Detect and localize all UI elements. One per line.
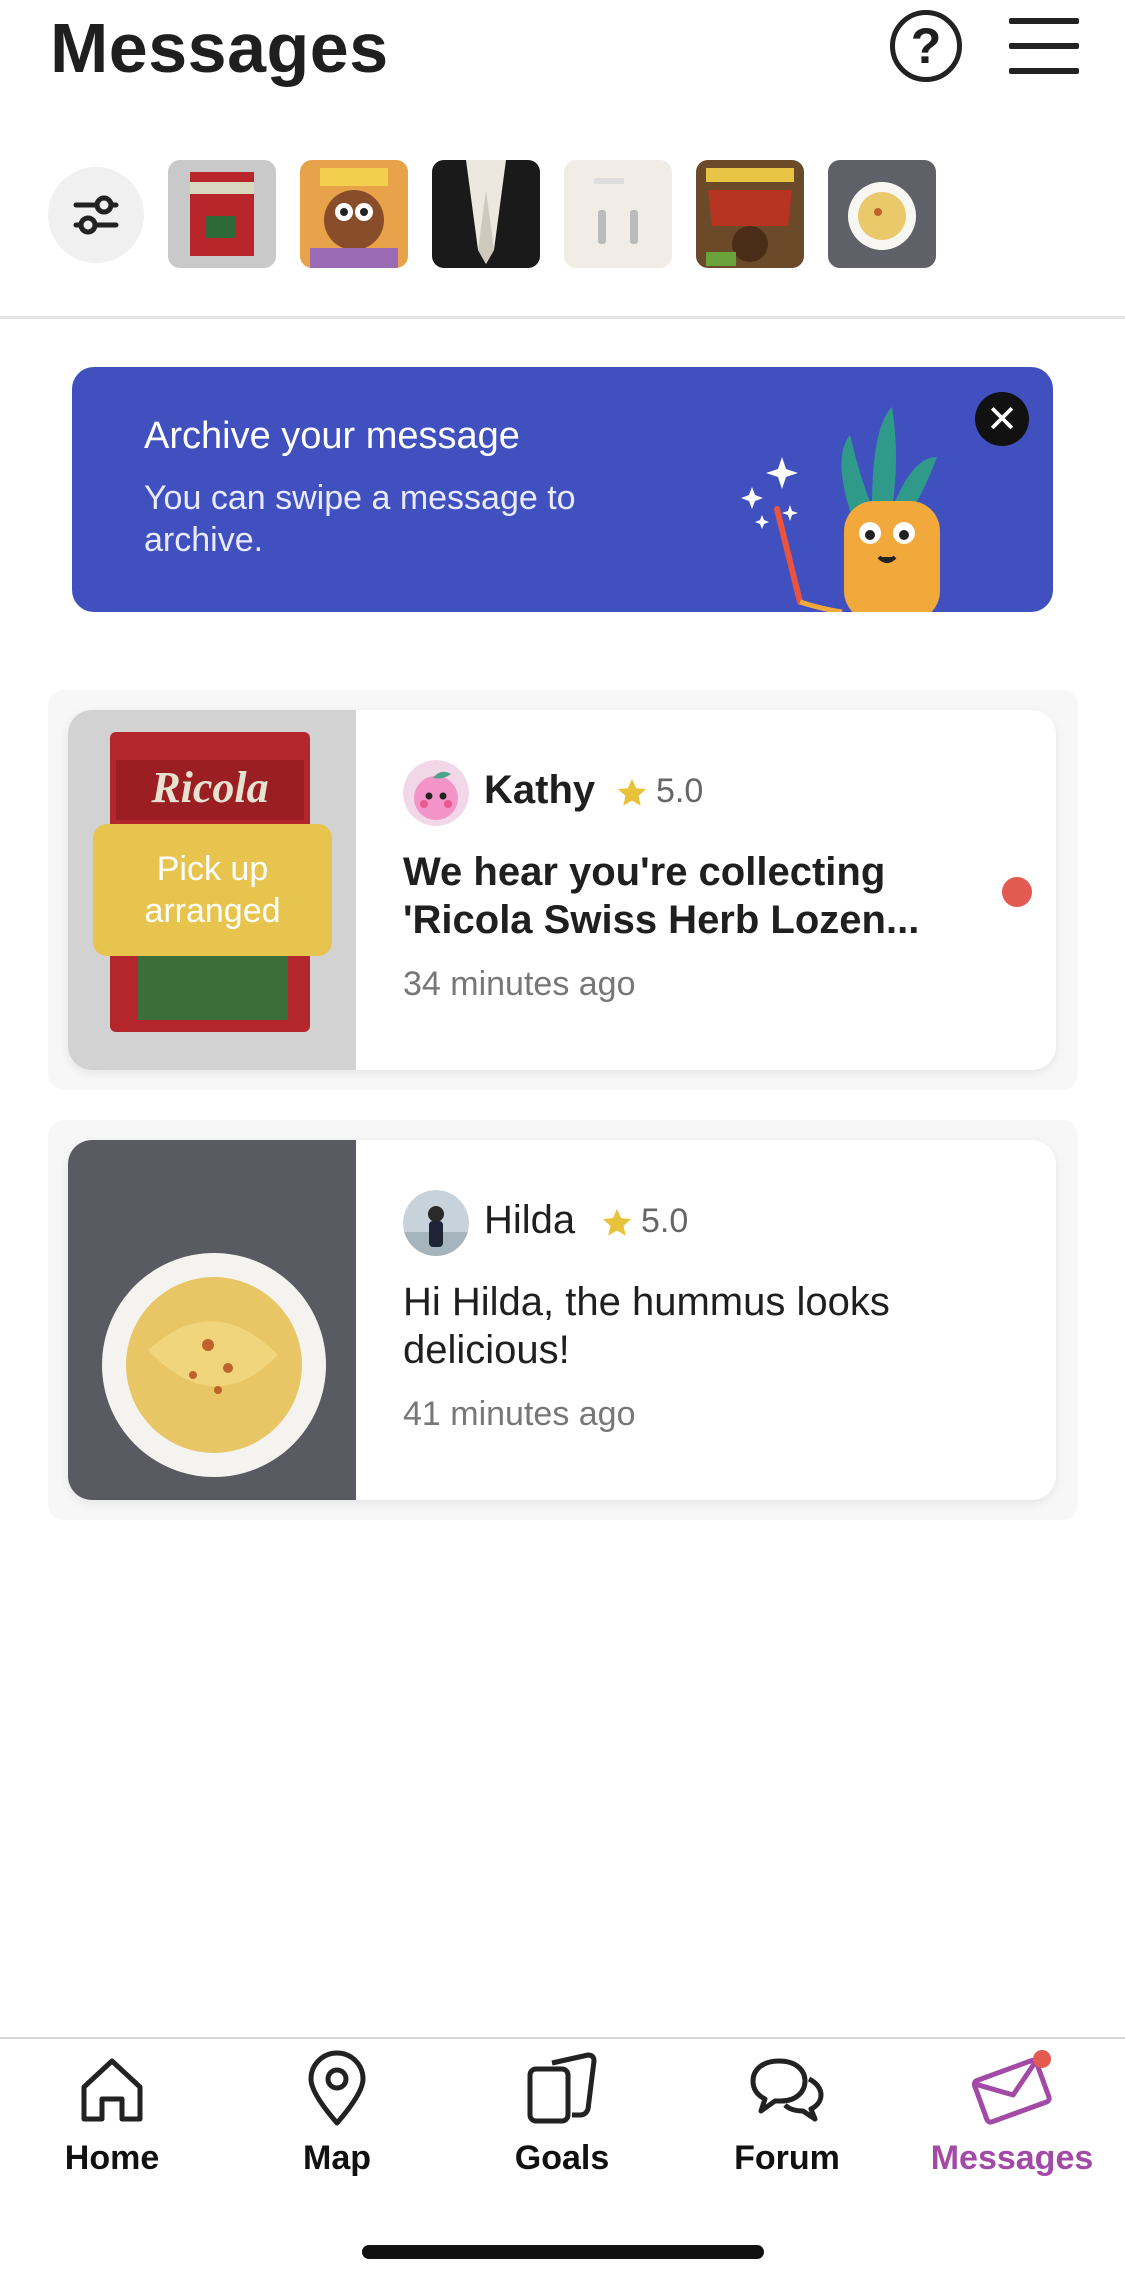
conversation-row: Hilda 5.0 Hi Hilda, the hummus looks del…: [48, 1120, 1078, 1520]
nav-forum[interactable]: Forum: [697, 2049, 877, 2199]
svg-text:Ricola: Ricola: [150, 763, 268, 812]
nav-home[interactable]: Home: [22, 2049, 202, 2199]
filter-bar: [0, 155, 1125, 275]
menu-icon-line: [1009, 68, 1079, 74]
goals-icon: [527, 2052, 597, 2124]
filter-thumb-cables[interactable]: [564, 160, 672, 268]
conversation-card-hilda[interactable]: Hilda 5.0 Hi Hilda, the hummus looks del…: [68, 1140, 1056, 1500]
sender-rating: 5.0: [641, 1202, 689, 1240]
sender-name: Hilda: [484, 1198, 576, 1242]
message-time: 41 minutes ago: [403, 1395, 636, 1433]
item-photo-hummus: [68, 1140, 356, 1500]
archive-tip-banner: Archive your message You can swipe a mes…: [72, 367, 1053, 612]
close-icon: ✕: [986, 398, 1018, 441]
sender-name: Kathy: [484, 768, 596, 812]
conversation-row: Ricola Pick up arranged Kathy 5.0 We hea…: [48, 690, 1078, 1090]
star-icon: [617, 778, 647, 806]
menu-icon-line: [1009, 43, 1079, 49]
filter-thumb-koko-krunch[interactable]: [696, 160, 804, 268]
filter-thumb-cheeky-pops[interactable]: [300, 160, 408, 268]
avatar: [403, 1190, 469, 1256]
menu-icon-line: [1009, 18, 1079, 24]
help-icon: ?: [910, 18, 942, 74]
map-pin-icon: [308, 2050, 366, 2126]
envelope-icon: [972, 2050, 1052, 2125]
filter-thumb-hummus[interactable]: [828, 160, 936, 268]
nav-map[interactable]: Map: [247, 2049, 427, 2199]
menu-button[interactable]: [1009, 18, 1079, 74]
banner-body: You can swipe a message to archive.: [144, 479, 576, 559]
forum-icon: [750, 2058, 824, 2122]
home-icon: [81, 2058, 143, 2122]
sliders-icon: [73, 195, 119, 235]
banner-close-button[interactable]: ✕: [975, 392, 1029, 446]
star-icon: [602, 1208, 632, 1236]
filter-thumb-ricola[interactable]: [168, 160, 276, 268]
message-preview: We hear you're collecting 'Ricola Swiss …: [403, 850, 920, 942]
conversation-card-kathy[interactable]: Ricola Pick up arranged Kathy 5.0 We hea…: [68, 710, 1056, 1070]
nav-label: Map: [303, 2139, 371, 2177]
banner-title: Archive your message: [144, 415, 520, 457]
nav-goals[interactable]: Goals: [472, 2049, 652, 2199]
nav-messages[interactable]: Messages: [922, 2049, 1102, 2199]
message-preview: Hi Hilda, the hummus looks delicious!: [403, 1280, 890, 1372]
sender-rating: 5.0: [656, 772, 704, 810]
pickup-arranged-badge: Pick up arranged: [93, 824, 332, 956]
nav-label: Home: [64, 2139, 160, 2177]
page-title: Messages: [50, 9, 389, 87]
nav-label: Messages: [930, 2139, 1094, 2177]
help-button[interactable]: ?: [890, 10, 962, 82]
nav-label: Goals: [514, 2139, 610, 2177]
carrot-wizard-illustration: [741, 407, 940, 612]
home-indicator: [362, 2245, 764, 2259]
filter-thumb-shoe[interactable]: [432, 160, 540, 268]
filter-button[interactable]: [48, 167, 144, 263]
nav-label: Forum: [734, 2139, 840, 2177]
header-divider: [0, 316, 1125, 319]
unread-indicator: [1002, 877, 1032, 907]
avatar: [403, 760, 469, 826]
message-time: 34 minutes ago: [403, 965, 636, 1003]
